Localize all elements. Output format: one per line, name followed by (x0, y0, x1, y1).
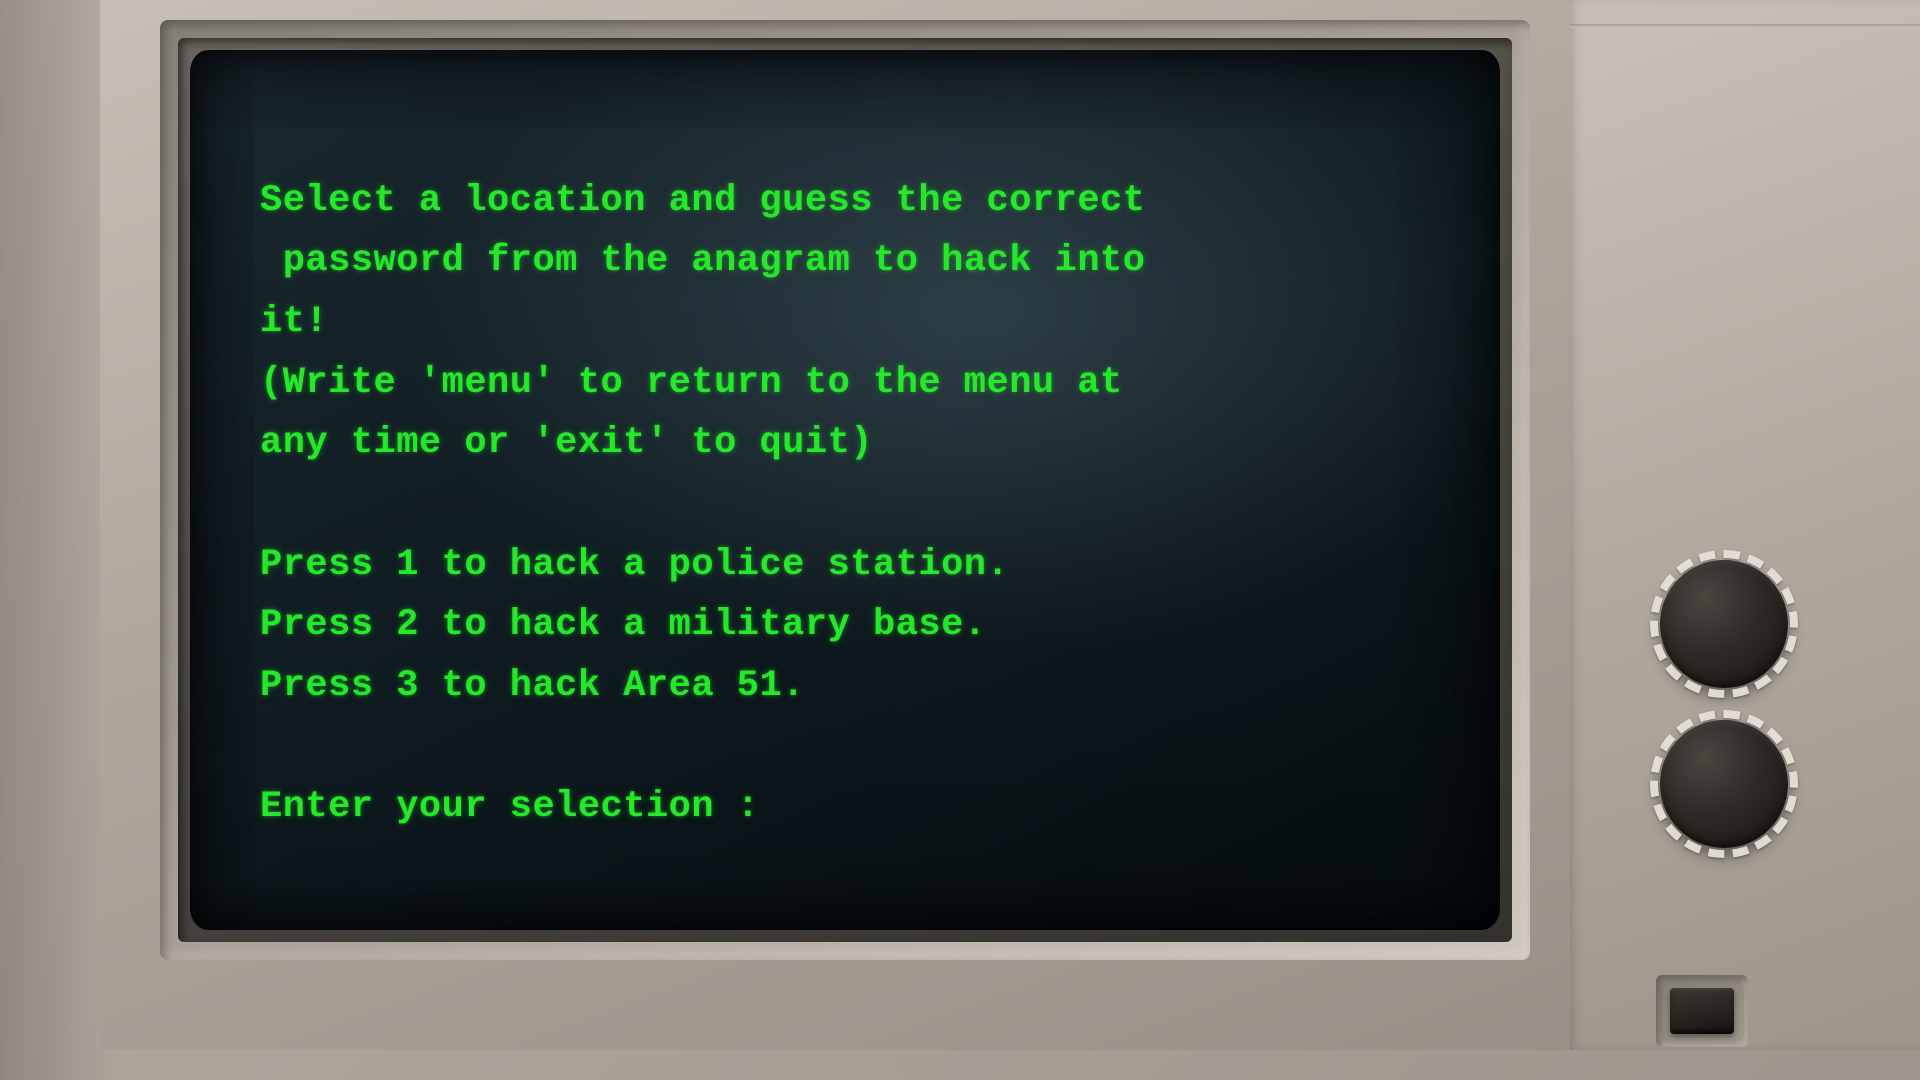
screen-bezel-outer: Select a location and guess the correct … (160, 20, 1530, 960)
power-button[interactable] (1670, 988, 1734, 1034)
menu-option-3: Press 3 to hack Area 51. (260, 656, 1450, 717)
panel-divider (1570, 24, 1920, 28)
input-prompt[interactable]: Enter your selection : (260, 777, 1450, 838)
screen-bezel-inner: Select a location and guess the correct … (178, 38, 1512, 942)
dial-knob-bottom[interactable] (1660, 720, 1788, 848)
instruction-line: Select a location and guess the correct (260, 171, 1450, 232)
crt-monitor-frame: Select a location and guess the correct … (100, 0, 1920, 1050)
monitor-side-panel (1570, 0, 1920, 1050)
dial-knob-top[interactable] (1660, 560, 1788, 688)
instruction-line: it! (260, 292, 1450, 353)
crt-screen[interactable]: Select a location and guess the correct … (190, 50, 1500, 930)
blank-line (260, 717, 1450, 778)
menu-option-2: Press 2 to hack a military base. (260, 595, 1450, 656)
instruction-line: (Write 'menu' to return to the menu at (260, 353, 1450, 414)
instruction-line: password from the anagram to hack into (260, 231, 1450, 292)
instruction-line: any time or 'exit' to quit) (260, 413, 1450, 474)
terminal-output: Select a location and guess the correct … (260, 110, 1450, 930)
blank-line (260, 474, 1450, 535)
menu-option-1: Press 1 to hack a police station. (260, 535, 1450, 596)
